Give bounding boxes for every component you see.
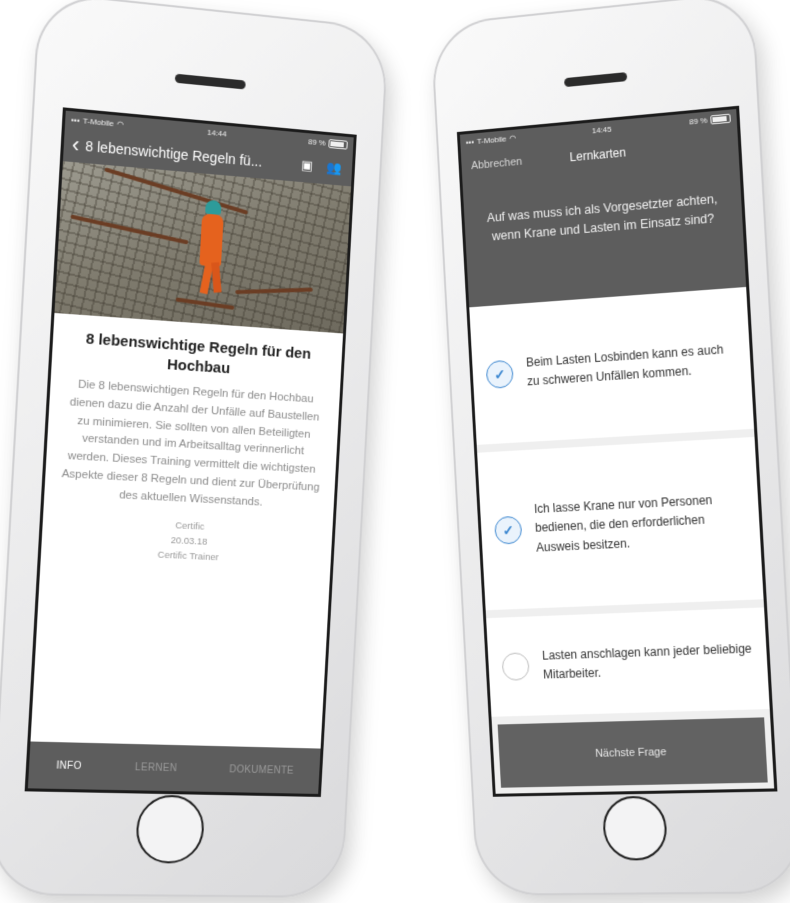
tab-lernen[interactable]: LERNEN [135, 762, 178, 774]
battery-icon [328, 138, 348, 150]
check-icon[interactable]: ✓ [494, 515, 523, 545]
course-description: Die 8 lebenswichtigen Regeln für den Hoc… [61, 378, 320, 509]
next-question-button[interactable]: Nächste Frage [497, 717, 768, 788]
home-button[interactable] [134, 794, 206, 864]
answer-text: Ich lasse Krane nur von Personen bediene… [533, 493, 713, 555]
speaker-grille [174, 73, 246, 90]
stage: ▪▪▪ T-Mobile ◠ 14:44 89 % ‹ 8 lebenswich… [0, 0, 790, 903]
answer-list: ✓ Beim Lasten Losbinden kann es auch zu … [469, 286, 770, 717]
chevron-left-icon[interactable]: ‹ [71, 132, 80, 158]
left-screen: ▪▪▪ T-Mobile ◠ 14:44 89 % ‹ 8 lebenswich… [24, 107, 357, 797]
tab-dokumente[interactable]: DOKUMENTE [229, 764, 294, 776]
answer-text: Beim Lasten Losbinden kann es auch zu sc… [525, 342, 724, 389]
status-time: 14:44 [206, 127, 227, 139]
wifi-icon: ◠ [116, 118, 125, 129]
radio-empty-icon[interactable] [501, 652, 530, 681]
right-phone: ▪▪▪ T-Mobile ◠ 14:45 89 % Abbrechen Lern… [430, 0, 790, 896]
course-info: 8 lebenswichtige Regeln für den Hochbau … [41, 313, 343, 571]
status-time: 14:45 [591, 124, 612, 135]
right-screen: ▪▪▪ T-Mobile ◠ 14:45 89 % Abbrechen Lern… [456, 105, 778, 797]
worker-figure [199, 213, 224, 267]
wifi-icon: ◠ [509, 133, 517, 143]
battery-percent: 89 % [688, 115, 708, 126]
course-title: 8 lebenswichtige Regeln für den Hochbau [85, 330, 312, 377]
tab-bar: INFO LERNEN DOKUMENTE [27, 741, 321, 794]
signal-icon: ▪▪▪ [71, 114, 81, 125]
battery-icon [710, 113, 731, 125]
carrier-label: T-Mobile [82, 115, 115, 128]
people-icon[interactable]: 👥 [323, 159, 345, 177]
chat-icon[interactable]: ▣ [296, 157, 318, 175]
answer-option-1[interactable]: ✓ Beim Lasten Losbinden kann es auch zu … [469, 286, 755, 445]
battery-percent: 89 % [307, 136, 326, 148]
course-hero-image [54, 161, 352, 334]
cancel-button[interactable]: Abbrechen [471, 156, 523, 172]
home-button[interactable] [601, 795, 669, 861]
question-header: ▪▪▪ T-Mobile ◠ 14:45 89 % Abbrechen Lern… [459, 109, 747, 308]
answer-option-2[interactable]: ✓ Ich lasse Krane nur von Personen bedie… [477, 436, 764, 611]
left-phone: ▪▪▪ T-Mobile ◠ 14:44 89 % ‹ 8 lebenswich… [0, 0, 390, 898]
course-meta: Certific 20.03.18 Certific Trainer [55, 512, 319, 570]
tab-info[interactable]: INFO [56, 760, 82, 772]
answer-option-3[interactable]: Lasten anschlagen kann jeder beliebige M… [486, 607, 770, 717]
speaker-grille [564, 72, 628, 88]
answer-text: Lasten anschlagen kann jeder beliebige M… [541, 641, 752, 682]
check-icon[interactable]: ✓ [485, 359, 514, 389]
carrier-label: T-Mobile [476, 133, 507, 146]
signal-icon: ▪▪▪ [465, 136, 475, 147]
